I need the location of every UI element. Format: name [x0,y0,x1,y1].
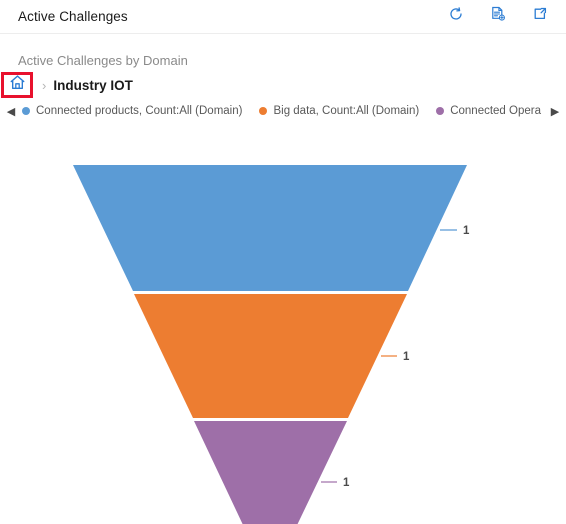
legend-item-label: Big data, Count:All (Domain) [273,105,420,117]
breadcrumb-current-item: Industry IOT [53,77,133,93]
window-title: Active Challenges [18,9,128,24]
legend-next-arrow-icon[interactable]: ▶ [544,105,566,118]
legend-swatch-icon [259,107,268,115]
legend-swatch-icon [436,107,445,115]
funnel-segment-connected-opera[interactable] [194,421,347,524]
breadcrumb-separator: › [42,77,47,93]
window-header: Active Challenges [0,0,566,34]
header-actions [446,4,550,24]
funnel-segment-big-data[interactable] [134,294,407,418]
funnel-chart: 1 1 1 [0,124,566,524]
popout-icon[interactable] [530,4,550,24]
legend-item-label: Connected Opera [450,105,541,117]
refresh-icon[interactable] [446,4,466,24]
legend-item-connected-opera[interactable]: Connected Opera [436,105,541,117]
legend-prev-arrow-icon[interactable]: ◀ [0,105,22,118]
legend-items: Connected products, Count:All (Domain) B… [22,105,544,117]
funnel-data-label-3: 1 [343,477,350,489]
export-icon[interactable] [488,4,508,24]
legend-item-big-data[interactable]: Big data, Count:All (Domain) [259,105,419,117]
home-icon[interactable] [9,74,26,96]
funnel-segment-connected-products[interactable] [73,165,467,291]
funnel-data-label-2: 1 [403,351,410,363]
legend-item-connected-products[interactable]: Connected products, Count:All (Domain) [22,105,242,117]
breadcrumb-home-highlight [1,72,33,98]
legend-swatch-icon [22,107,30,115]
breadcrumb: › Industry IOT [0,72,133,98]
chart-legend: ◀ Connected products, Count:All (Domain)… [0,100,566,122]
chart-title: Active Challenges by Domain [18,53,188,68]
chart-panel: Active Challenges by Domain › Industry I… [0,34,566,524]
funnel-data-label-1: 1 [463,225,470,237]
legend-item-label: Connected products, Count:All (Domain) [36,105,243,117]
